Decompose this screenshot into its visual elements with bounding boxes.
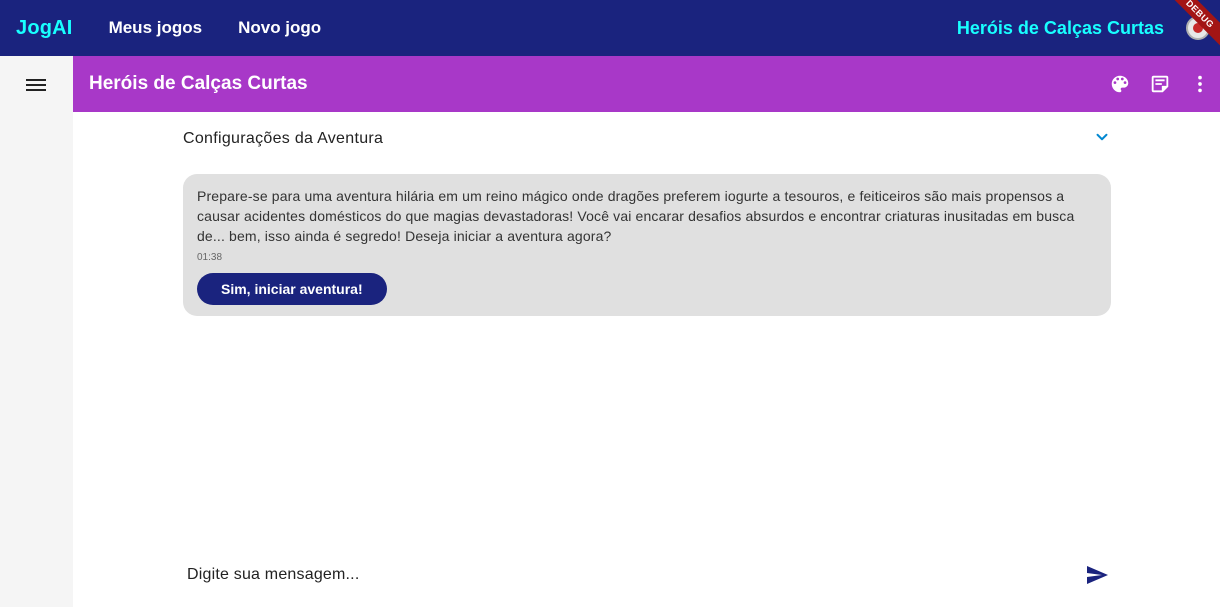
message-composer [183, 562, 1111, 588]
message-text: Prepare-se para uma aventura hilária em … [197, 188, 1075, 244]
more-vert-icon[interactable] [1188, 72, 1212, 96]
nav-link-meus-jogos[interactable]: Meus jogos [109, 18, 203, 38]
notes-icon[interactable] [1148, 72, 1172, 96]
send-icon[interactable] [1083, 562, 1111, 588]
appbar-actions [1108, 72, 1212, 96]
message-timestamp: 01:38 [197, 252, 223, 263]
adventure-settings-expander[interactable]: Configurações da Aventura [183, 127, 1111, 151]
current-game-title: Heróis de Calças Curtas [956, 18, 1164, 38]
chat-message-bubble: Prepare-se para uma aventura hilária em … [183, 174, 1111, 316]
start-adventure-button[interactable]: Sim, iniciar aventura! [197, 273, 387, 305]
chevron-down-icon [1093, 128, 1111, 151]
sidebar [0, 56, 73, 607]
chat-area: Configurações da Aventura Prepare-se par… [73, 112, 1220, 607]
game-app-bar: Heróis de Calças Curtas [73, 56, 1220, 112]
palette-icon[interactable] [1108, 72, 1132, 96]
page-title: Heróis de Calças Curtas [89, 73, 308, 94]
nav-link-novo-jogo[interactable]: Novo jogo [238, 18, 321, 38]
message-input[interactable] [183, 566, 1083, 584]
menu-icon[interactable] [24, 76, 48, 94]
brand-logo[interactable]: JogAI [16, 17, 73, 40]
top-navigation-bar: JogAI Meus jogos Novo jogo Heróis de Cal… [0, 0, 1220, 56]
settings-label: Configurações da Aventura [183, 130, 384, 147]
